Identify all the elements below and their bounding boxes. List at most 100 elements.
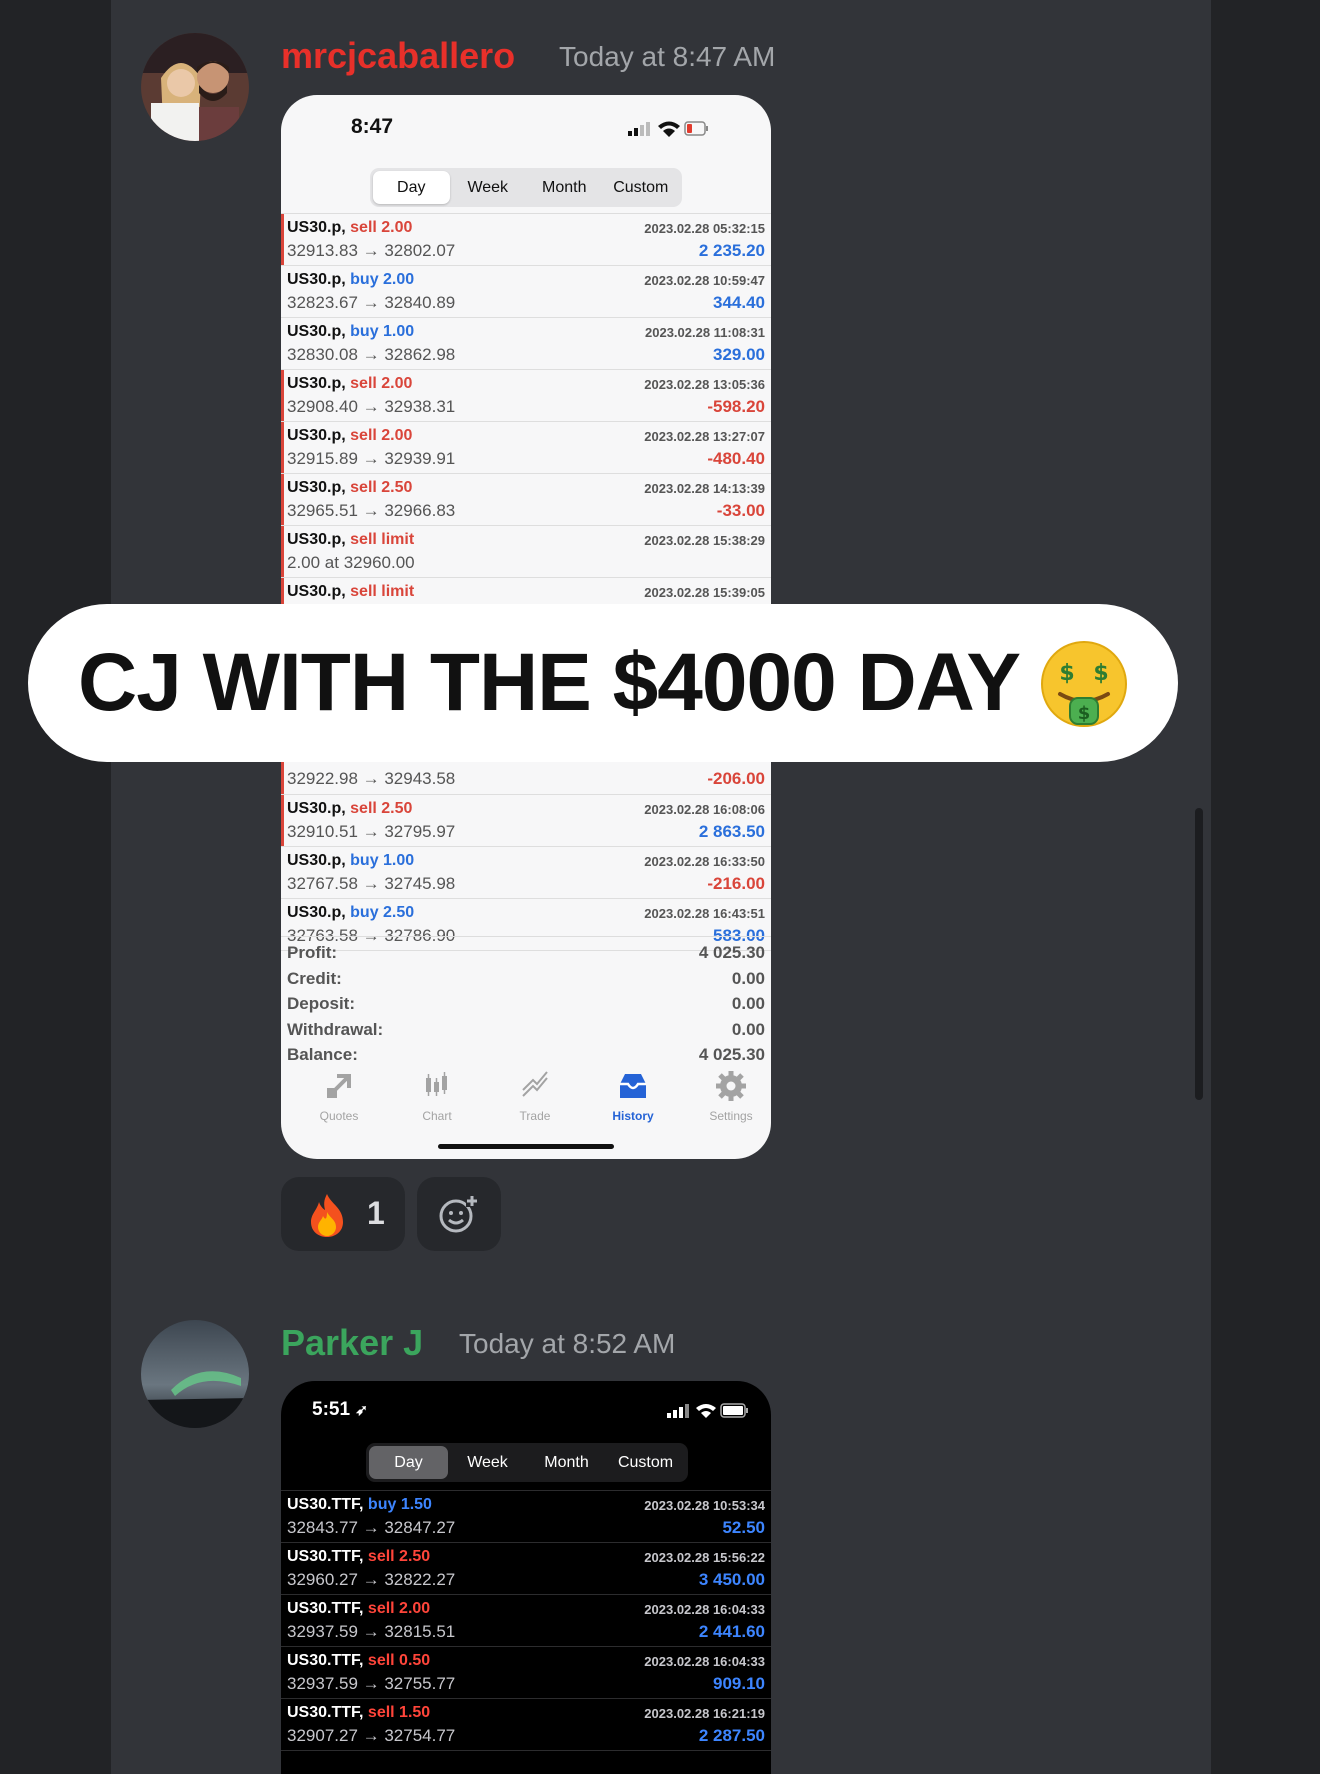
trade-prices: 32830.08 → 32862.98 [287, 345, 456, 364]
reaction-count: 1 [367, 1195, 385, 1231]
timestamp: Today at 8:52 AM [459, 1328, 676, 1359]
trade-title: US30.TTF, sell 1.50 [287, 1704, 430, 1722]
trade-symbol: US30.p, [287, 271, 346, 288]
trade-prices: 32915.89 → 32939.91 [287, 449, 456, 468]
fire-icon [311, 1194, 343, 1237]
screenshot-image[interactable]: 5:51 ➶ Day Week Month Custom US30.TTF, b… [281, 1381, 771, 1774]
trade-side: sell 2.00 [367, 1600, 431, 1617]
trade-prices: 32907.27 → 32754.77 [287, 1726, 456, 1745]
avatar[interactable] [141, 33, 249, 141]
trade-date: 2023.02.28 13:27:07 [644, 429, 765, 444]
trade-symbol: US30.TTF, [287, 1652, 364, 1669]
home-indicator [438, 1144, 614, 1149]
trade-list: 32922.98 → 32943.58 -206.00 US30.p, sell 2… [281, 761, 771, 951]
tab-week[interactable]: Week [450, 171, 527, 204]
trade-date: 2023.02.28 05:32:15 [644, 221, 765, 236]
nav-quotes[interactable]: Quotes [299, 1070, 379, 1123]
trade-title: US30.p, sell 2.00 [287, 375, 412, 393]
trade-title: US30.p, sell 2.50 [287, 479, 412, 497]
status-time-text: 5:51 [312, 1399, 351, 1420]
trade-row[interactable]: US30.TTF, sell 1.50 32907.27 → 32754.77 20… [281, 1699, 771, 1751]
trade-symbol: US30.p, [287, 479, 346, 496]
nav-settings[interactable]: Settings [691, 1070, 771, 1123]
trade-row[interactable]: US30.p, sell 2.00 32915.89 → 32939.91 2023… [281, 422, 771, 474]
username[interactable]: Parker J [281, 1322, 423, 1364]
sell-indicator [281, 795, 284, 846]
trade-prices: 32965.51 → 32966.83 [287, 501, 456, 520]
chart-icon [426, 1072, 447, 1096]
trade-row[interactable]: 32922.98 → 32943.58 -206.00 [281, 761, 771, 795]
trade-row[interactable]: US30.TTF, sell 2.00 32937.59 → 32815.51 20… [281, 1595, 771, 1647]
avatar[interactable] [141, 1320, 249, 1428]
add-reaction-button[interactable] [417, 1177, 501, 1251]
nav-label: Chart [422, 1109, 452, 1123]
trade-profit: 909.10 [713, 1674, 765, 1693]
svg-text:$: $ [1059, 661, 1074, 686]
quotes-icon [327, 1074, 351, 1098]
trade-side: sell 2.00 [350, 375, 413, 392]
trade-row[interactable]: US30.TTF, buy 1.50 32843.77 → 32847.27 202… [281, 1491, 771, 1543]
summary-row: Deposit: 0.00 [287, 994, 765, 1019]
tab-month[interactable]: Month [526, 171, 603, 204]
trade-title: US30.p, sell 2.00 [287, 427, 412, 445]
trade-date: 2023.02.28 14:13:39 [644, 481, 765, 496]
trade-side: buy 2.00 [350, 271, 415, 288]
history-icon [620, 1074, 646, 1098]
trade-icon [522, 1071, 548, 1097]
nav-trade[interactable]: Trade [495, 1070, 575, 1123]
trade-symbol: US30.p, [287, 427, 346, 444]
trade-side: buy 1.50 [367, 1496, 432, 1513]
nav-chart[interactable]: Chart [397, 1070, 477, 1123]
trade-profit: 2 441.60 [698, 1622, 765, 1641]
trade-title: US30.TTF, buy 1.50 [287, 1496, 432, 1514]
tab-custom[interactable]: Custom [603, 171, 680, 204]
sell-indicator [281, 422, 284, 473]
tab-custom[interactable]: Custom [606, 1446, 685, 1479]
trade-prices: 32823.67 → 32840.89 [287, 293, 456, 312]
trade-date: 2023.02.28 16:04:33 [644, 1654, 765, 1669]
svg-text:$: $ [1093, 661, 1108, 686]
trade-profit: -480.40 [707, 449, 765, 468]
trade-row[interactable]: US30.TTF, sell 2.50 32960.27 → 32822.27 20… [281, 1543, 771, 1595]
nav-history[interactable]: History [593, 1070, 673, 1123]
trade-row[interactable]: US30.p, buy 2.00 32823.67 → 32840.89 2023.… [281, 266, 771, 318]
tab-day[interactable]: Day [373, 171, 450, 204]
trade-symbol: US30.p, [287, 323, 346, 340]
trade-row[interactable]: US30.p, sell limit 2.00 at 32960.00 2023.0… [281, 526, 771, 578]
trade-row[interactable]: US30.p, sell 2.50 32965.51 → 32966.83 2023… [281, 474, 771, 526]
trade-title: US30.p, sell 2.00 [287, 219, 412, 237]
tab-month[interactable]: Month [527, 1446, 606, 1479]
trade-row[interactable]: US30.p, sell 2.50 32910.51 → 32795.97 2023… [281, 795, 771, 847]
nav-label: Trade [519, 1109, 551, 1123]
trade-profit: -216.00 [707, 874, 765, 893]
tab-day[interactable]: Day [369, 1446, 448, 1479]
summary-label: Credit: [287, 968, 342, 988]
trade-row[interactable]: US30.p, sell 2.00 32908.40 → 32938.31 2023… [281, 370, 771, 422]
trade-date: 2023.02.28 15:39:05 [644, 585, 765, 600]
trade-date: 2023.02.28 16:08:06 [644, 802, 765, 817]
trade-row[interactable]: US30.TTF, sell 0.50 32937.59 → 32755.77 20… [281, 1647, 771, 1699]
trade-title: US30.TTF, sell 0.50 [287, 1652, 430, 1670]
trade-row[interactable]: US30.p, buy 1.00 32767.58 → 32745.98 2023.… [281, 847, 771, 899]
trade-symbol: US30.TTF, [287, 1600, 364, 1617]
summary-label: Deposit: [287, 994, 355, 1013]
username[interactable]: mrcjcaballero [281, 35, 515, 77]
trade-side: sell limit [350, 583, 415, 600]
trade-prices: 32767.58 → 32745.98 [287, 874, 456, 893]
sell-indicator [281, 370, 284, 421]
period-tabs: Day Week Month Custom [366, 1443, 688, 1482]
trade-date: 2023.02.28 15:56:22 [644, 1550, 765, 1565]
trade-symbol: US30.p, [287, 375, 346, 392]
trade-prices: 32937.59 → 32755.77 [287, 1674, 456, 1693]
trade-side: sell 1.50 [367, 1704, 431, 1721]
trade-row[interactable]: US30.p, buy 1.00 32830.08 → 32862.98 2023.… [281, 318, 771, 370]
summary-label: Balance: [287, 1045, 358, 1064]
trade-profit: 2 287.50 [698, 1726, 765, 1745]
reaction-fire[interactable]: 1 [281, 1177, 405, 1251]
trade-profit: 329.00 [713, 345, 765, 364]
trade-title: US30.p, buy 1.00 [287, 852, 414, 870]
trade-row[interactable]: US30.p, sell 2.00 32913.83 → 32802.07 2023… [281, 214, 771, 266]
sell-indicator [281, 526, 284, 577]
scrollbar[interactable] [1195, 808, 1203, 1100]
tab-week[interactable]: Week [448, 1446, 527, 1479]
